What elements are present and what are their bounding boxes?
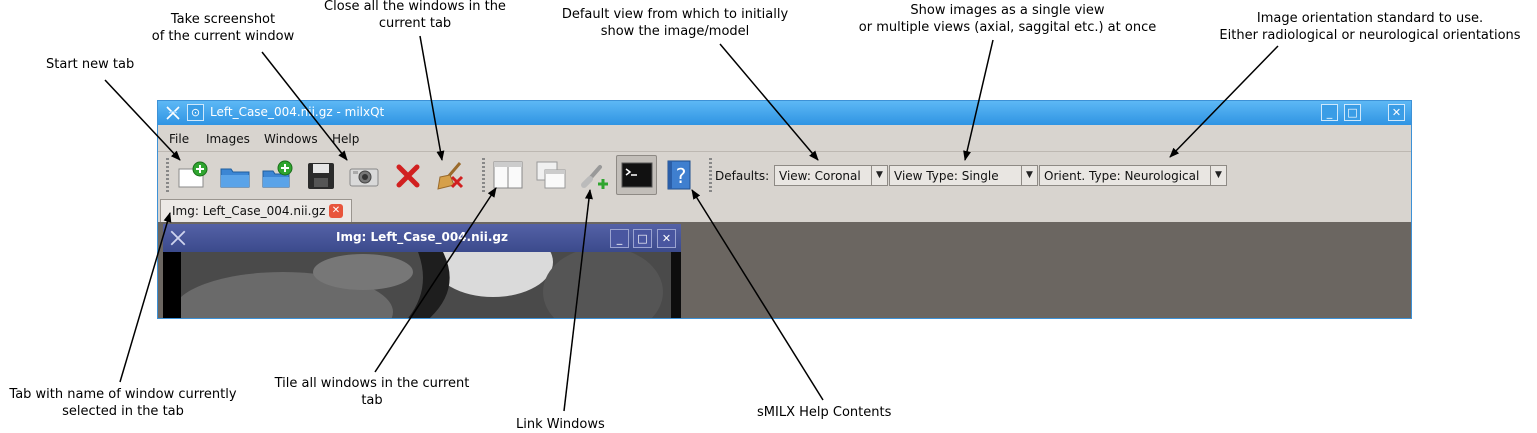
menu-images[interactable]: Images (206, 132, 250, 146)
annotation-close-all: Close all the windows in the current tab (310, 0, 520, 32)
annotation-line: Take screenshot (170, 12, 276, 27)
view-combo[interactable]: View: Coronal ▼ (774, 165, 888, 186)
annotation-line: show the image/model (600, 24, 750, 39)
app-window: ⊙ Left_Case_004.nii.gz - milxQt _ □ ✕ Fi… (157, 100, 1412, 319)
tab-close-icon[interactable]: ✕ (329, 204, 343, 218)
chevron-down-icon: ▼ (871, 166, 887, 185)
annotation-default-view: Default view from which to initially sho… (545, 6, 805, 40)
console-button[interactable] (616, 155, 657, 195)
link-windows-icon[interactable] (578, 159, 610, 191)
tab-bar: Img: Left_Case_004.nii.gz ✕ (158, 198, 1411, 222)
toolbar: ? Defaults: View: Coronal ▼ View Type: S… (158, 151, 1411, 199)
annotation-line: or multiple views (axial, saggital etc.)… (858, 20, 1157, 35)
annotation-line: selected in the tab (62, 404, 184, 419)
annotation-line: Close all the windows in the (324, 0, 506, 14)
annotation-line: tab (361, 393, 383, 408)
subwindow-minimize-button[interactable]: _ (610, 229, 629, 248)
subwindow-title-bar: Img: Left_Case_004.nii.gz _ □ ✕ (163, 224, 681, 252)
app-logo-icon (166, 106, 180, 120)
svg-text:?: ? (676, 164, 687, 188)
annotation-start-new-tab: Start new tab (46, 57, 135, 72)
image-viewport[interactable] (163, 252, 681, 318)
subwindow-title: Img: Left_Case_004.nii.gz (336, 230, 508, 244)
annotation-line: Either radiological or neurological orie… (1219, 28, 1521, 43)
open-folder-icon[interactable] (219, 159, 251, 191)
add-folder-icon[interactable] (261, 159, 293, 191)
annotation-link: Link Windows (516, 417, 605, 432)
chevron-down-icon: ▼ (1210, 166, 1226, 185)
new-tab-icon[interactable] (177, 159, 209, 191)
window-title: Left_Case_004.nii.gz - milxQt (210, 105, 385, 119)
title-bar: ⊙ Left_Case_004.nii.gz - milxQt _ □ ✕ (158, 101, 1411, 125)
defaults-label: Defaults: (715, 169, 770, 183)
annotation-view-type: Show images as a single view or multiple… (835, 2, 1180, 36)
maximize-button[interactable]: □ (1344, 104, 1361, 121)
menu-windows[interactable]: Windows (264, 132, 318, 146)
view-type-combo[interactable]: View Type: Single ▼ (889, 165, 1038, 186)
menu-bar: File Images Windows Help (158, 126, 1411, 150)
view-combo-value: View: Coronal (779, 169, 861, 183)
toolbar-grip[interactable] (166, 158, 169, 192)
minimize-button[interactable]: _ (1321, 104, 1338, 121)
subwindow-close-button[interactable]: ✕ (657, 229, 676, 248)
broom-icon[interactable] (434, 159, 466, 191)
help-book-icon[interactable]: ? (664, 159, 696, 191)
annotation-line: of the current window (151, 29, 295, 44)
mri-slice-image (163, 252, 681, 318)
tab-label: Img: Left_Case_004.nii.gz (172, 204, 326, 218)
annotation-orientation: Image orientation standard to use. Eithe… (1205, 10, 1535, 44)
mdi-area: Img: Left_Case_004.nii.gz _ □ ✕ (158, 222, 1411, 318)
cascade-windows-icon[interactable] (535, 159, 567, 191)
annotation-line: Show images as a single view (910, 3, 1105, 18)
annotation-line: Default view from which to initially (561, 7, 789, 22)
orient-type-combo-value: Orient. Type: Neurological (1044, 169, 1200, 183)
camera-icon[interactable] (348, 159, 380, 191)
annotation-tab-name: Tab with name of window currently select… (0, 386, 246, 420)
toolbar-grip[interactable] (709, 158, 712, 192)
subwindow-maximize-button[interactable]: □ (633, 229, 652, 248)
menu-help[interactable]: Help (332, 132, 359, 146)
toolbar-grip[interactable] (482, 158, 485, 192)
chevron-down-icon: ▼ (1021, 166, 1037, 185)
menu-file[interactable]: File (169, 132, 189, 146)
view-type-combo-value: View Type: Single (894, 169, 999, 183)
tab-image[interactable]: Img: Left_Case_004.nii.gz ✕ (160, 199, 352, 222)
annotation-tile: Tile all windows in the current tab (262, 375, 482, 409)
annotation-line: Tab with name of window currently (9, 387, 237, 402)
console-icon (621, 162, 653, 188)
close-window-button[interactable]: ✕ (1388, 104, 1405, 121)
annotation-line: current tab (378, 16, 452, 31)
annotation-screenshot: Take screenshot of the current window (148, 11, 298, 45)
close-icon[interactable] (392, 159, 424, 191)
image-subwindow[interactable]: Img: Left_Case_004.nii.gz _ □ ✕ (163, 224, 681, 318)
annotation-line: Image orientation standard to use. (1256, 11, 1484, 26)
annotation-line: Tile all windows in the current (274, 376, 470, 391)
save-icon[interactable] (305, 159, 337, 191)
orient-type-combo[interactable]: Orient. Type: Neurological ▼ (1039, 165, 1227, 186)
tile-windows-icon[interactable] (492, 159, 524, 191)
window-menu-button[interactable]: ⊙ (187, 104, 204, 121)
annotation-help: sMILX Help Contents (757, 405, 892, 420)
